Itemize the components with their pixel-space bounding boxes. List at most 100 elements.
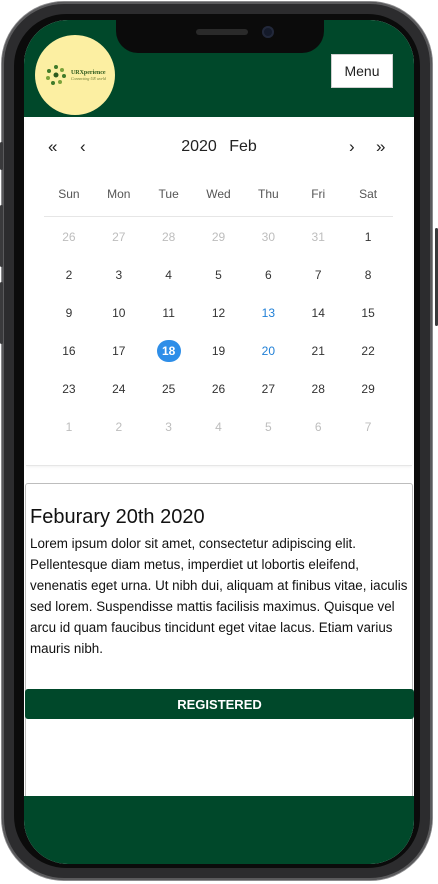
phone-screen: URXperience Connecting UR world Menu « ‹… xyxy=(24,20,414,864)
calendar-day[interactable]: 8 xyxy=(356,264,380,286)
calendar-cell: 1 xyxy=(343,226,393,248)
calendar-day[interactable]: 11 xyxy=(157,302,181,324)
calendar-cell: 4 xyxy=(194,416,244,438)
calendar-cell: 1 xyxy=(44,416,94,438)
calendar-cell: 6 xyxy=(243,264,293,286)
calendar-cell: 3 xyxy=(144,416,194,438)
calendar-day[interactable]: 4 xyxy=(157,264,181,286)
volume-up-button xyxy=(0,205,3,267)
calendar-day[interactable]: 7 xyxy=(306,264,330,286)
calendar-cell: 13 xyxy=(243,302,293,324)
weekday-label: Tue xyxy=(158,187,179,201)
calendar-day[interactable]: 27 xyxy=(256,378,280,400)
calendar-day[interactable]: 31 xyxy=(306,226,330,248)
calendar-day-event[interactable]: 13 xyxy=(256,302,280,324)
calendar-day[interactable]: 29 xyxy=(207,226,231,248)
calendar-cell: 17 xyxy=(94,340,144,362)
calendar-week-row: 2 3 4 5 6 7 8 xyxy=(44,256,393,294)
calendar-day-selected[interactable]: 18 xyxy=(156,340,181,362)
calendar-cell: 28 xyxy=(144,226,194,248)
weekday-label: Fri xyxy=(311,187,326,201)
calendar-cell: 29 xyxy=(343,378,393,400)
calendar-day[interactable]: 14 xyxy=(306,302,330,324)
calendar-cell: 16 xyxy=(44,340,94,362)
calendar-day[interactable]: 23 xyxy=(57,378,81,400)
next-year-button[interactable]: » xyxy=(376,138,385,156)
calendar-day[interactable]: 26 xyxy=(57,226,81,248)
calendar-cell: 14 xyxy=(293,302,343,324)
calendar-day[interactable]: 3 xyxy=(107,264,131,286)
calendar-cell: 3 xyxy=(94,264,144,286)
calendar-cell: 21 xyxy=(293,340,343,362)
calendar-cell: 4 xyxy=(144,264,194,286)
calendar-day[interactable]: 5 xyxy=(207,264,231,286)
calendar-cell: 25 xyxy=(144,378,194,400)
calendar-day[interactable]: 7 xyxy=(356,416,380,438)
calendar-cell: 2 xyxy=(44,264,94,286)
calendar-cell: 5 xyxy=(243,416,293,438)
calendar-cell: 11 xyxy=(144,302,194,324)
calendar-cell: 7 xyxy=(293,264,343,286)
app-footer xyxy=(24,796,414,864)
calendar-day[interactable]: 10 xyxy=(107,302,131,324)
calendar-day[interactable]: 27 xyxy=(107,226,131,248)
calendar-day[interactable]: 25 xyxy=(157,378,181,400)
calendar-week-row: 23 24 25 26 27 28 29 xyxy=(44,370,393,408)
next-month-button[interactable]: › xyxy=(349,138,355,156)
calendar-day[interactable]: 5 xyxy=(256,416,280,438)
calendar-year[interactable]: 2020 xyxy=(181,138,217,155)
calendar-day[interactable]: 2 xyxy=(57,264,81,286)
calendar-day[interactable]: 1 xyxy=(57,416,81,438)
calendar-day[interactable]: 22 xyxy=(356,340,380,362)
calendar-day[interactable]: 30 xyxy=(256,226,280,248)
calendar-day[interactable]: 29 xyxy=(356,378,380,400)
calendar-grid: 26 27 28 29 30 31 1 2 3 4 5 6 7 8 9 10 11 12 13 14 15 16 17 18 1… xyxy=(44,218,393,446)
calendar-day[interactable]: 28 xyxy=(157,226,181,248)
calendar-week-row: 16 17 18 19 20 21 22 xyxy=(44,332,393,370)
calendar-cell: 19 xyxy=(194,340,244,362)
calendar-day[interactable]: 15 xyxy=(356,302,380,324)
calendar-cell: 12 xyxy=(194,302,244,324)
calendar-day[interactable]: 6 xyxy=(306,416,330,438)
calendar-day[interactable]: 3 xyxy=(157,416,181,438)
logo-mark-icon xyxy=(45,65,66,85)
calendar-cell: 27 xyxy=(243,378,293,400)
front-camera xyxy=(262,26,274,38)
calendar-cell: 5 xyxy=(194,264,244,286)
calendar-day[interactable]: 12 xyxy=(207,302,231,324)
calendar-day[interactable]: 2 xyxy=(107,416,131,438)
calendar-day[interactable]: 6 xyxy=(256,264,280,286)
calendar-cell: 26 xyxy=(44,226,94,248)
mute-switch xyxy=(0,142,3,170)
calendar-cell: 7 xyxy=(343,416,393,438)
calendar-week-row: 9 10 11 12 13 14 15 xyxy=(44,294,393,332)
calendar-day[interactable]: 17 xyxy=(107,340,131,362)
calendar-day[interactable]: 19 xyxy=(207,340,231,362)
logo-text: URXperience Connecting UR world xyxy=(71,70,106,81)
weekday-header: Sun Mon Tue Wed Thu Fri Sat xyxy=(44,187,393,207)
calendar-day[interactable]: 4 xyxy=(207,416,231,438)
calendar-cell: 10 xyxy=(94,302,144,324)
calendar-cell: 6 xyxy=(293,416,343,438)
calendar-cell: 20 xyxy=(243,340,293,362)
calendar-week-row: 1 2 3 4 5 6 7 xyxy=(44,408,393,446)
calendar-day[interactable]: 28 xyxy=(306,378,330,400)
calendar-cell: 2 xyxy=(94,416,144,438)
logo-tagline: Connecting UR world xyxy=(70,75,107,81)
brand-logo[interactable]: URXperience Connecting UR world xyxy=(35,35,115,115)
calendar-cell: 26 xyxy=(194,378,244,400)
calendar-day[interactable]: 9 xyxy=(57,302,81,324)
calendar-month[interactable]: Feb xyxy=(229,138,257,155)
calendar-day-event[interactable]: 20 xyxy=(256,340,280,362)
calendar-day[interactable]: 1 xyxy=(356,226,380,248)
event-title: Feburary 20th 2020 xyxy=(30,506,205,528)
calendar-day[interactable]: 24 xyxy=(107,378,131,400)
calendar-day[interactable]: 26 xyxy=(207,378,231,400)
registered-button[interactable]: REGISTERED xyxy=(25,689,414,719)
menu-button[interactable]: Menu xyxy=(331,54,393,88)
calendar-cell: 24 xyxy=(94,378,144,400)
calendar-day[interactable]: 21 xyxy=(306,340,330,362)
calendar-day[interactable]: 16 xyxy=(57,340,81,362)
weekday-label: Sat xyxy=(359,187,378,201)
calendar-cell: 31 xyxy=(293,226,343,248)
